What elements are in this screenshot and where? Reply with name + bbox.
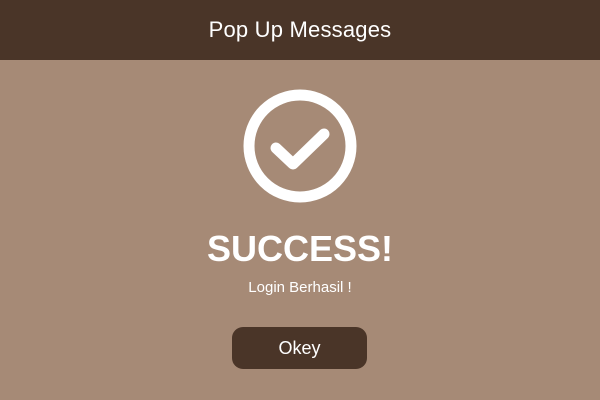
okey-button[interactable]: Okey (232, 327, 367, 369)
popup-screen: Pop Up Messages SUCCESS! Login Berhasil … (0, 0, 600, 400)
success-headline: SUCCESS! (206, 228, 394, 269)
page-title: Pop Up Messages (208, 17, 392, 42)
title-bar: Pop Up Messages (0, 0, 600, 60)
check-circle-icon (242, 88, 358, 204)
login-message: Login Berhasil ! (248, 279, 352, 296)
